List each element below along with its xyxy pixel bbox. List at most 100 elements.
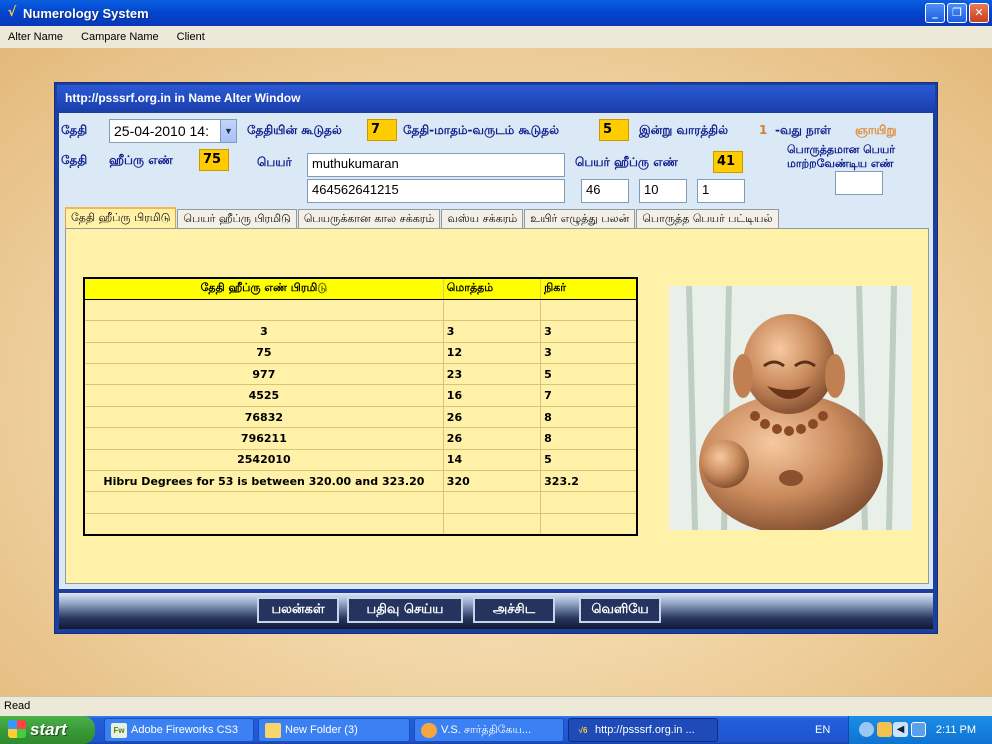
suitable-number-input[interactable] bbox=[835, 171, 883, 195]
name-input[interactable]: muthukumaran bbox=[307, 153, 565, 177]
exit-button[interactable]: வெளியே bbox=[579, 597, 661, 623]
table-cell: 3 bbox=[442, 320, 542, 343]
table-cell: 8 bbox=[540, 427, 638, 450]
table-cell bbox=[540, 298, 638, 322]
laughing-buddha-image bbox=[669, 286, 912, 530]
security-icon[interactable] bbox=[877, 722, 892, 737]
column-header: நிகர் bbox=[540, 277, 638, 300]
table-row[interactable]: Hibru Degrees for 53 is between 320.00 a… bbox=[83, 470, 638, 493]
print-button[interactable]: அச்சிட bbox=[473, 597, 555, 623]
window-controls: _ ❐ ✕ bbox=[925, 3, 989, 23]
table-row[interactable] bbox=[83, 298, 638, 322]
name-digits-field[interactable]: 464562641215 bbox=[307, 179, 565, 203]
table-row[interactable]: 76832 26 8 bbox=[83, 405, 638, 429]
date-hibru-label-2: ஹீப்ரு எண் bbox=[109, 153, 173, 167]
app-title: Numerology System bbox=[23, 5, 149, 21]
table-cell: Hibru Degrees for 53 is between 320.00 a… bbox=[83, 470, 444, 493]
start-button[interactable]: start bbox=[0, 716, 95, 744]
name-alter-window: http://psssrf.org.in in Name Alter Windo… bbox=[54, 82, 938, 634]
date-picker[interactable]: 25-04-2010 14: ▼ bbox=[109, 119, 237, 143]
task-fireworks[interactable]: Fw Adobe Fireworks CS3 bbox=[104, 718, 254, 742]
button-bar: பலன்கள் பதிவு செய்ய அச்சிட வெளியே bbox=[59, 593, 933, 629]
fireworks-app-icon: Fw bbox=[111, 723, 127, 738]
table-cell: 16 bbox=[442, 384, 542, 407]
menu-compare-name[interactable]: Campare Name bbox=[81, 31, 159, 43]
suitable-name-label-1: பொருத்தமான பெயர் bbox=[787, 143, 896, 156]
tab-strip: தேதி ஹீப்ரு பிரமிடு பெயர் ஹீப்ரு பிரமிடு… bbox=[65, 207, 780, 229]
tab-panel-date-pyramid: தேதி ஹீப்ரு எண் பிரமிடு மொத்தம் நிகர் 33… bbox=[65, 228, 929, 584]
tab-name-time-wheel[interactable]: பெயருக்கான கால சக்கரம் bbox=[297, 209, 441, 229]
table-cell: 323.2 bbox=[540, 470, 638, 493]
menu-bar: Alter Name Campare Name Client bbox=[0, 26, 992, 48]
table-cell: 23 bbox=[442, 363, 542, 386]
table-cell: 320 bbox=[442, 470, 542, 493]
save-button[interactable]: பதிவு செய்ய bbox=[347, 597, 463, 623]
table-cell bbox=[442, 512, 542, 536]
table-cell: 5 bbox=[540, 448, 638, 472]
restore-icon[interactable]: ❐ bbox=[947, 3, 967, 23]
volume-icon[interactable]: ◀ bbox=[893, 722, 908, 737]
menu-client[interactable]: Client bbox=[177, 31, 205, 43]
table-row[interactable] bbox=[83, 491, 638, 514]
app-logo-icon: √ bbox=[7, 5, 17, 20]
table-cell: 7 bbox=[540, 384, 638, 407]
name-hibru-value: 41 bbox=[713, 151, 743, 173]
tab-matching-name-list[interactable]: பொருத்த பெயர் பட்டியல் bbox=[636, 209, 779, 229]
task-numerology[interactable]: √6 http://psssrf.org.in ... bbox=[568, 718, 718, 742]
table-row[interactable]: 75 12 3 bbox=[83, 341, 638, 365]
total-box-2[interactable]: 10 bbox=[639, 179, 687, 203]
task-vs-document[interactable]: V.S. சார்த்திகேய... bbox=[414, 718, 564, 742]
chevron-down-icon[interactable]: ▼ bbox=[220, 120, 236, 142]
close-icon[interactable]: ✕ bbox=[969, 3, 989, 23]
suitable-name-label-2: மாற்றவேண்டிய எண் bbox=[787, 157, 894, 170]
clock[interactable]: 2:11 PM bbox=[936, 716, 976, 744]
table-row[interactable]: 333 bbox=[83, 320, 638, 343]
total-box-3[interactable]: 1 bbox=[697, 179, 745, 203]
display-icon[interactable] bbox=[911, 722, 926, 737]
numerology-app-icon: √6 bbox=[578, 726, 588, 735]
table-cell: 3 bbox=[83, 320, 444, 343]
table-cell bbox=[540, 512, 638, 536]
task-label: Adobe Fireworks CS3 bbox=[131, 724, 238, 736]
table-row[interactable]: 4525 16 7 bbox=[83, 384, 638, 407]
total-box-1[interactable]: 46 bbox=[581, 179, 629, 203]
table-cell bbox=[540, 491, 638, 514]
task-label: New Folder (3) bbox=[285, 724, 358, 736]
table-cell: 76832 bbox=[83, 405, 444, 429]
results-button[interactable]: பலன்கள் bbox=[257, 597, 339, 623]
language-indicator[interactable]: EN bbox=[815, 716, 830, 744]
taskbar: start Fw Adobe Fireworks CS3 New Folder … bbox=[0, 716, 992, 744]
table-row[interactable] bbox=[83, 512, 638, 536]
network-icon[interactable] bbox=[859, 722, 874, 737]
tab-vasya-wheel[interactable]: வஸ்ய சக்கரம் bbox=[441, 209, 524, 229]
table-cell bbox=[442, 298, 542, 322]
table-cell: 796211 bbox=[83, 427, 444, 450]
tab-date-hibru-pyramid[interactable]: தேதி ஹீப்ரு பிரமிடு bbox=[65, 207, 177, 229]
task-new-folder[interactable]: New Folder (3) bbox=[258, 718, 410, 742]
minimize-icon[interactable]: _ bbox=[925, 3, 945, 23]
table-cell: 8 bbox=[540, 405, 638, 429]
column-header: தேதி ஹீப்ரு எண் பிரமிடு bbox=[83, 277, 444, 300]
table-row[interactable]: 977 23 5 bbox=[83, 363, 638, 386]
app-titlebar: √ Numerology System _ ❐ ✕ bbox=[0, 0, 992, 26]
tab-vowel-result[interactable]: உயிர் எழுத்து பலன் bbox=[524, 209, 636, 229]
date-value: 25-04-2010 14: bbox=[114, 123, 209, 139]
table-row[interactable]: 2542010 14 5 bbox=[83, 448, 638, 472]
dmy-sum-label: தேதி-மாதம்-வருடம் கூடுதல் bbox=[403, 123, 560, 137]
status-text: Read bbox=[4, 700, 31, 712]
tab-name-hibru-pyramid[interactable]: பெயர் ஹீப்ரு பிரமிடு bbox=[177, 209, 297, 229]
date-hibru-label: தேதி bbox=[61, 153, 88, 167]
table-cell: 3 bbox=[540, 341, 638, 365]
status-bar: Read bbox=[0, 696, 992, 716]
start-label: start bbox=[30, 720, 67, 739]
folder-icon bbox=[265, 723, 281, 738]
table-cell: 26 bbox=[442, 427, 542, 450]
table-cell: 4525 bbox=[83, 384, 444, 407]
weekday-label: இன்று வாரத்தில் bbox=[639, 123, 729, 137]
table-header-row: தேதி ஹீப்ரு எண் பிரமிடு மொத்தம் நிகர் bbox=[83, 277, 638, 300]
table-cell: 26 bbox=[442, 405, 542, 429]
table-cell: 12 bbox=[442, 341, 542, 365]
buddha-illustration bbox=[669, 286, 912, 530]
table-row[interactable]: 796211 26 8 bbox=[83, 427, 638, 450]
menu-alter-name[interactable]: Alter Name bbox=[8, 31, 63, 43]
